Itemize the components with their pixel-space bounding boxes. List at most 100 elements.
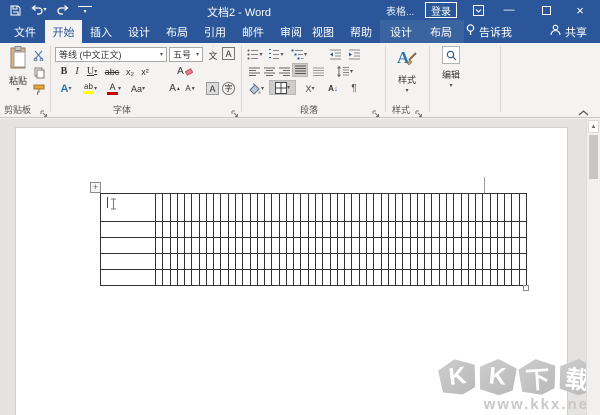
tab-layout[interactable]: 布局	[160, 20, 194, 43]
tab-review[interactable]: 审阅	[274, 20, 308, 43]
table-cell[interactable]	[316, 238, 324, 254]
table-cell[interactable]	[461, 194, 469, 222]
table-cell[interactable]	[403, 270, 411, 286]
table-cell[interactable]	[308, 238, 317, 254]
asian-layout-icon[interactable]: X ▾	[300, 81, 320, 96]
table-cell[interactable]	[330, 270, 338, 286]
table-cell[interactable]	[483, 238, 491, 254]
increase-indent-icon[interactable]	[346, 47, 362, 62]
table-cell[interactable]	[250, 254, 258, 270]
table-cell[interactable]	[505, 194, 513, 222]
table-cell[interactable]	[461, 238, 469, 254]
table-cell[interactable]	[468, 254, 477, 270]
table-cell[interactable]	[519, 222, 527, 238]
table-cell[interactable]	[366, 238, 375, 254]
table-cell[interactable]	[483, 222, 491, 238]
clipboard-dialog-launcher-icon[interactable]	[40, 105, 48, 117]
table-cell[interactable]	[446, 194, 455, 222]
table-cell[interactable]	[497, 254, 506, 270]
table-cell[interactable]	[156, 270, 164, 286]
table-cell[interactable]	[403, 194, 411, 222]
table-cell[interactable]	[403, 254, 411, 270]
table-cell[interactable]	[177, 194, 186, 222]
table-cell[interactable]	[512, 238, 520, 254]
table-cell[interactable]	[163, 254, 171, 270]
align-center-icon[interactable]	[262, 64, 276, 79]
table-cell[interactable]	[330, 238, 338, 254]
table-cell[interactable]	[316, 194, 324, 222]
table-cell[interactable]	[243, 270, 251, 286]
table-cell[interactable]	[432, 222, 440, 238]
redo-icon[interactable]	[56, 3, 70, 17]
subscript-button[interactable]: x₂	[123, 64, 137, 79]
table-cell[interactable]	[345, 254, 353, 270]
table-cell[interactable]	[330, 222, 338, 238]
table-cell[interactable]	[432, 238, 440, 254]
table-cell[interactable]	[272, 270, 280, 286]
table-cell[interactable]	[101, 254, 156, 270]
table-cell[interactable]	[454, 238, 462, 254]
table-cell[interactable]	[366, 270, 375, 286]
change-case-button[interactable]: Aa ▾	[127, 81, 149, 96]
table-cell[interactable]	[286, 194, 295, 222]
table-cell[interactable]	[396, 194, 404, 222]
table-cell[interactable]	[483, 270, 491, 286]
table-cell[interactable]	[257, 222, 266, 238]
table-cell[interactable]	[410, 254, 418, 270]
undo-icon[interactable]: ▾	[30, 3, 48, 17]
table-cell[interactable]	[294, 194, 302, 222]
table-cell[interactable]	[236, 194, 244, 222]
table-cell[interactable]	[490, 238, 498, 254]
table-cell[interactable]	[265, 238, 273, 254]
table-cell[interactable]	[519, 238, 527, 254]
clear-formatting-icon[interactable]: A	[176, 64, 194, 79]
table-cell[interactable]	[177, 270, 186, 286]
tab-references[interactable]: 引用	[198, 20, 232, 43]
underline-button[interactable]: U ▾	[84, 64, 100, 79]
styles-dialog-launcher-icon[interactable]	[415, 105, 423, 117]
table-cell[interactable]	[228, 194, 237, 222]
character-border-icon[interactable]: A	[222, 47, 235, 60]
borders-button[interactable]: ▾	[269, 80, 296, 95]
table-cell[interactable]	[381, 270, 389, 286]
table-cell[interactable]	[192, 238, 200, 254]
vertical-scrollbar[interactable]: ▲	[586, 119, 600, 415]
table-cell[interactable]	[330, 194, 338, 222]
table-cell[interactable]	[497, 194, 506, 222]
ribbon-display-options-icon[interactable]	[470, 2, 486, 18]
tab-insert[interactable]: 插入	[84, 20, 118, 43]
table-cell[interactable]	[101, 238, 156, 254]
table-cell[interactable]	[199, 270, 207, 286]
table-cell[interactable]	[388, 222, 397, 238]
table-cell[interactable]	[432, 254, 440, 270]
table-cell[interactable]	[286, 270, 295, 286]
table-cell[interactable]	[388, 238, 397, 254]
table-cell[interactable]	[221, 270, 229, 286]
table-resize-handle[interactable]	[523, 285, 529, 291]
distribute-icon[interactable]	[311, 64, 325, 79]
table-cell[interactable]	[156, 238, 164, 254]
table-cell[interactable]	[425, 222, 433, 238]
line-spacing-icon[interactable]: ▾	[334, 64, 356, 79]
tell-me-box[interactable]: 告诉我	[466, 20, 512, 43]
table-cell[interactable]	[512, 194, 520, 222]
table-cell[interactable]	[301, 270, 309, 286]
table-cell[interactable]	[417, 222, 426, 238]
table-cell[interactable]	[272, 194, 280, 222]
table-cell[interactable]	[294, 222, 302, 238]
table-cell[interactable]	[345, 270, 353, 286]
table-cell[interactable]	[461, 254, 469, 270]
table-cell[interactable]	[519, 270, 527, 286]
table-cell[interactable]	[323, 270, 331, 286]
table-cell[interactable]	[490, 222, 498, 238]
table-cell[interactable]	[250, 194, 258, 222]
table-cell[interactable]	[199, 238, 207, 254]
superscript-button[interactable]: x²	[138, 64, 152, 79]
table-cell[interactable]	[250, 270, 258, 286]
table-cell[interactable]	[185, 238, 193, 254]
tab-home[interactable]: 开始	[45, 20, 82, 43]
table-cell[interactable]	[214, 270, 222, 286]
table-cell[interactable]	[374, 238, 382, 254]
table-cell[interactable]	[505, 254, 513, 270]
table-cell[interactable]	[265, 270, 273, 286]
